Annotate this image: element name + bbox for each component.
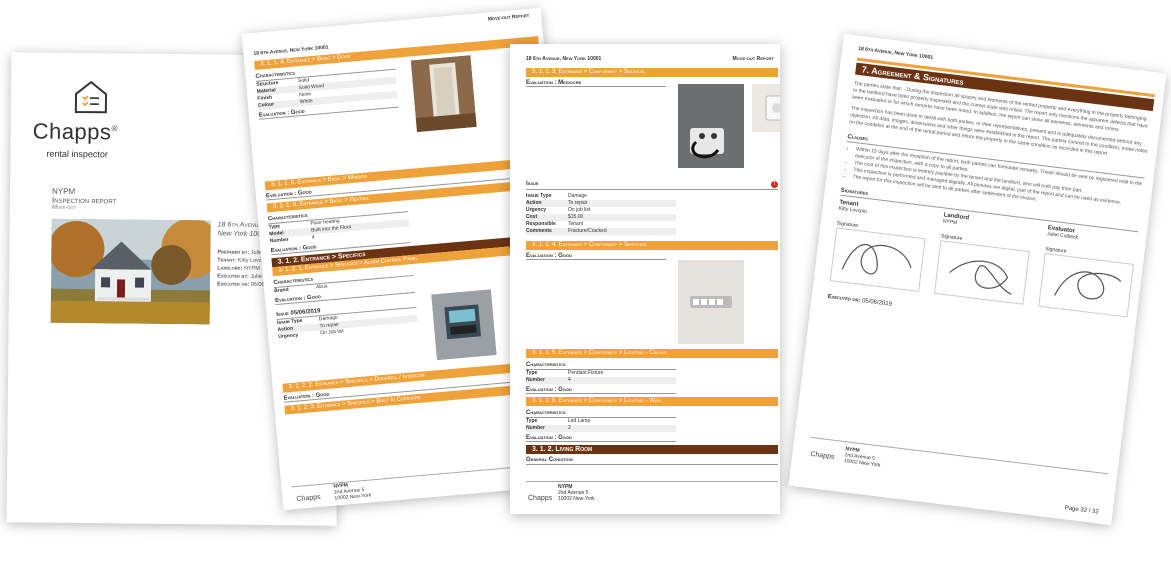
issue-alert-icon: ! xyxy=(771,181,778,188)
tenant-signature-block: Tenant Kitty Lovcpin Signature xyxy=(829,200,929,297)
page-header-address: 18 6th Avenue, New York 10001 xyxy=(526,56,602,62)
house-photo xyxy=(50,218,211,325)
report-page-signatures: 18 6th Avenue, New York 10001 Move-out R… xyxy=(788,33,1167,526)
kv-value: Led Lamp xyxy=(568,418,591,424)
kv-row: Urgency On job list xyxy=(526,207,676,214)
alarm-panel-photo xyxy=(431,289,497,361)
prepared-by-label: Prepared by: xyxy=(217,249,250,256)
evaluator-signature xyxy=(1038,252,1135,318)
executed-on-row: Executed on: 05/06/2 xyxy=(217,280,269,289)
kv-row: Number 2 xyxy=(526,425,676,432)
section-bar-wall-lighting: 3. 1. 1. 6. Entrance > Conformity > Ligh… xyxy=(526,397,778,406)
doc-type: Move-out xyxy=(51,204,76,211)
report-page-conformity: 18 6th Avenue, New York 10001 Move-out R… xyxy=(510,44,780,514)
company-name: NYPM xyxy=(51,186,76,196)
brand-mark: ® xyxy=(111,124,118,134)
evaluation-good: Evaluation : Good xyxy=(526,435,676,442)
kv-key: Issue Type xyxy=(526,193,552,199)
general-condition-heading: General Condition xyxy=(526,457,778,465)
kv-value: Abus xyxy=(315,283,328,291)
socket-photo-2 xyxy=(752,84,780,132)
page-header-report: Move-out Report xyxy=(487,12,530,23)
tenant-label: Tenant: xyxy=(217,257,237,264)
section-bar-sockets: 3. 1. 1. 3. Entrance > Conformity > Sock… xyxy=(526,68,778,77)
house-checklist-icon xyxy=(74,80,108,114)
issue-label: Issue xyxy=(526,181,539,187)
kv-key: Cost xyxy=(526,214,538,220)
kv-row: Action To repair xyxy=(526,200,676,207)
kv-value: 2 xyxy=(568,425,571,431)
kv-key: Comments xyxy=(526,228,552,234)
kv-value: 4 xyxy=(311,234,315,241)
kv-key: Urgency xyxy=(526,207,547,213)
footer-logo: Chapps xyxy=(528,495,552,502)
kv-row: Type Pendant Fixture xyxy=(526,370,676,377)
switch-photo xyxy=(678,260,744,344)
evaluation-good: Evaluation : Good xyxy=(526,387,676,394)
landlord-signature-block: Landlord NYPM Signature xyxy=(933,212,1033,309)
brand-name: Chapps xyxy=(32,118,112,145)
kv-key: Responsible xyxy=(526,221,556,227)
executed-on-label: Executed on: xyxy=(827,293,861,304)
kv-value: White xyxy=(299,98,313,106)
tenant-signature xyxy=(829,227,926,292)
tenant-value: Kitty Lovci xyxy=(237,257,263,264)
kv-row: Comments Fracture/Cracked xyxy=(526,228,676,235)
evaluator-signature-block: Evaluator Juliet Colbeck Signature xyxy=(1038,225,1138,322)
footer-address2: 10002 New-York xyxy=(558,496,595,502)
landlord-label: Landlord: xyxy=(217,265,243,272)
footer-logo-text: Chapps xyxy=(296,493,321,503)
evaluation-mediocre: Evaluation : Mediocre xyxy=(526,80,666,87)
socket-photo-1 xyxy=(678,84,744,168)
kv-value: On Job list xyxy=(319,328,344,337)
kv-value: Pendant Fixture xyxy=(568,370,604,376)
section-bar-ceiling-lighting: 3. 1. 1. 5. Entrance > Conformity > Ligh… xyxy=(526,349,778,358)
kv-value: 4 xyxy=(568,377,571,383)
executed-on-value: 05/06/2019 xyxy=(861,298,893,308)
kv-row: Type Led Lamp xyxy=(526,418,676,425)
landlord-signature xyxy=(933,240,1030,305)
kv-key: Number xyxy=(526,377,545,383)
issue-heading: Issue ! xyxy=(526,181,778,190)
kv-key: Action xyxy=(526,200,542,206)
characteristics-heading: Characteristics xyxy=(526,362,676,370)
kv-row: Responsible Tenant xyxy=(526,221,676,228)
kv-key: Type xyxy=(526,418,538,424)
footer-logo-text: Chapps xyxy=(810,450,835,461)
kv-row: Issue Type Damage xyxy=(526,193,676,200)
executed-by-label: Executed by: xyxy=(217,273,249,280)
evaluation-good: Evaluation : Good xyxy=(526,253,666,260)
section-bar-switches: 3. 1. 1. 4. Entrance > Conformity > Swit… xyxy=(526,241,778,250)
characteristics-heading: Characteristics xyxy=(526,410,676,418)
kv-value: To repair xyxy=(568,200,588,206)
kv-value: Fracture/Cracked xyxy=(568,228,607,234)
kv-value: Damage xyxy=(568,193,587,199)
landlord-value: NYPM xyxy=(243,265,260,272)
kv-row: Number 4 xyxy=(526,377,676,384)
kv-value: Tenant xyxy=(568,221,584,227)
kv-value: On job list xyxy=(568,207,591,213)
footer-logo: Chapps xyxy=(810,451,835,461)
kv-key: Type xyxy=(526,370,538,376)
brand-subtitle: rental inspector xyxy=(46,148,109,160)
page-header-report: Move-out Report xyxy=(732,56,775,62)
kv-value: $15.00 xyxy=(568,214,584,220)
kv-row: Cost $15.00 xyxy=(526,214,676,221)
footer-logo: Chapps xyxy=(296,494,321,503)
door-photo xyxy=(410,55,477,133)
footer-logo-text: Chapps xyxy=(528,495,553,502)
kv-key: Number xyxy=(526,425,545,431)
section-living-room: 3. 1. 2. Living Room xyxy=(526,445,778,454)
executed-on-label: Executed on: xyxy=(217,281,250,288)
page-number: Page 32 / 32 xyxy=(1064,505,1099,516)
